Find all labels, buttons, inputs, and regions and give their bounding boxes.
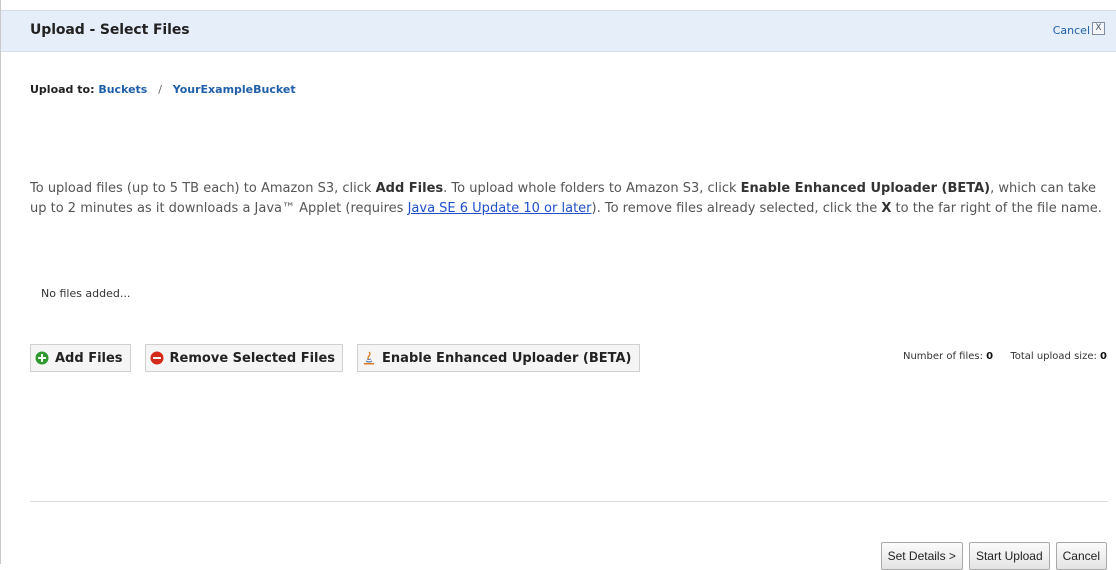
enable-enhanced-uploader-button[interactable]: Enable Enhanced Uploader (BETA) <box>357 344 640 372</box>
dialog-title: Upload - Select Files <box>30 22 190 38</box>
header-cancel-link[interactable]: Cancel <box>1053 24 1090 37</box>
file-list-empty-text: No files added... <box>41 287 131 300</box>
instructions-enable-uploader: Enable Enhanced Uploader (BETA) <box>740 181 991 196</box>
total-upload-size-label: Total upload size: <box>1010 351 1097 362</box>
remove-selected-files-label: Remove Selected Files <box>169 350 336 366</box>
java-requirements-link[interactable]: Java SE 6 Update 10 or later <box>408 201 592 216</box>
plus-circle-icon <box>35 351 49 365</box>
instructions-text: . To upload whole folders to Amazon S3, … <box>443 181 741 196</box>
instructions-text: To upload files (up to 5 TB each) to Ama… <box>30 181 376 196</box>
breadcrumb-buckets[interactable]: Buckets <box>98 83 147 96</box>
breadcrumb-separator: / <box>158 83 162 96</box>
instructions-x: X <box>881 201 892 216</box>
instructions-text: to the far right of the file name. <box>891 201 1102 216</box>
upload-instructions: To upload files (up to 5 TB each) to Ama… <box>30 179 1110 219</box>
cancel-button[interactable]: Cancel <box>1055 542 1107 570</box>
start-upload-button[interactable]: Start Upload <box>968 542 1050 570</box>
number-of-files-value: 0 <box>986 351 994 362</box>
enable-enhanced-uploader-label: Enable Enhanced Uploader (BETA) <box>382 350 632 366</box>
number-of-files-label: Number of files: <box>902 351 983 362</box>
add-files-label: Add Files <box>55 350 123 366</box>
set-details-button[interactable]: Set Details > <box>880 542 963 570</box>
breadcrumb-bucket-name[interactable]: YourExampleBucket <box>173 83 296 96</box>
dialog-header: Upload - Select Files Cancel X <box>1 10 1116 52</box>
instructions-add-files: Add Files <box>375 181 444 196</box>
upload-to-label: Upload to: <box>30 83 95 96</box>
breadcrumb: Upload to: Buckets / YourExampleBucket <box>30 83 296 96</box>
instructions-text: ). To remove files already selected, cli… <box>591 201 882 216</box>
upload-dialog: Upload - Select Files Cancel X Upload to… <box>0 0 1116 570</box>
remove-selected-files-button[interactable]: Remove Selected Files <box>144 344 344 372</box>
java-icon <box>364 351 375 365</box>
minus-circle-icon <box>150 351 164 365</box>
file-toolbar: Add Files Remove Selected Files Enable E… <box>30 344 640 372</box>
upload-stats: Number of files: 0 Total upload size: 0 <box>903 351 1107 362</box>
footer-buttons: Set Details > Start Upload Cancel <box>880 542 1107 570</box>
add-files-button[interactable]: Add Files <box>30 344 131 372</box>
footer-divider <box>30 501 1108 502</box>
close-icon[interactable]: X <box>1092 22 1105 35</box>
total-upload-size-value: 0 <box>1100 351 1107 362</box>
